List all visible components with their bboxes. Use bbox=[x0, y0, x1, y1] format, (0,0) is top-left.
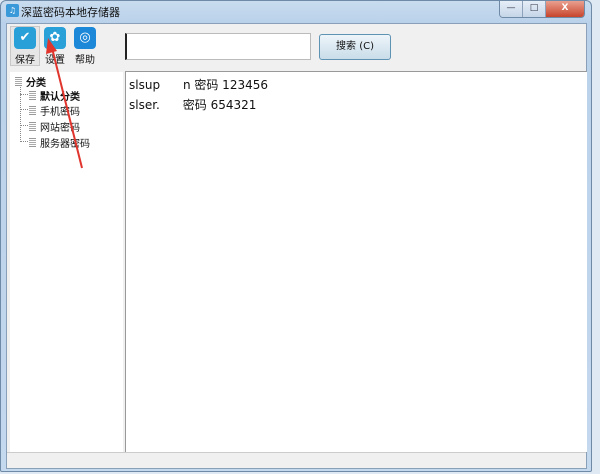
status-bar bbox=[7, 452, 586, 468]
node-icon bbox=[29, 122, 36, 131]
tree-line bbox=[20, 94, 28, 95]
tree-item[interactable]: 服务器密码 bbox=[29, 135, 90, 150]
list-item[interactable]: slsup n 密码 123456 bbox=[129, 76, 268, 93]
check-icon: ✔ bbox=[14, 27, 36, 49]
search-button[interactable]: 搜索 (C) bbox=[319, 34, 391, 60]
tree-item-label: 服务器密码 bbox=[40, 139, 90, 150]
node-icon bbox=[29, 91, 36, 100]
settings-label: 设置 bbox=[45, 55, 65, 66]
close-button[interactable]: X bbox=[546, 1, 584, 17]
tree-item-label: 网站密码 bbox=[40, 123, 80, 134]
maximize-button[interactable]: □ bbox=[523, 1, 546, 17]
tree-item[interactable]: 网站密码 bbox=[29, 119, 80, 134]
tree-line bbox=[20, 141, 28, 142]
settings-button[interactable]: ✿ 设置 bbox=[40, 27, 70, 66]
search-input[interactable] bbox=[125, 33, 311, 60]
help-bubble-icon: ◎ bbox=[74, 27, 96, 49]
minimize-button[interactable]: — bbox=[500, 1, 523, 17]
save-label: 保存 bbox=[15, 55, 35, 66]
tree-root-label: 分类 bbox=[26, 78, 46, 89]
node-icon bbox=[29, 138, 36, 147]
node-icon bbox=[29, 106, 36, 115]
save-button[interactable]: ✔ 保存 bbox=[10, 26, 40, 66]
app-icon: ♫ bbox=[6, 4, 19, 17]
tree-root[interactable]: 分类 bbox=[15, 74, 46, 89]
password-list[interactable]: slsup n 密码 123456 slser. 密码 654321 bbox=[125, 72, 587, 452]
help-button[interactable]: ◎ 帮助 bbox=[70, 27, 100, 66]
list-item[interactable]: slser. 密码 654321 bbox=[129, 96, 256, 113]
tree-item[interactable]: 手机密码 bbox=[29, 103, 80, 118]
tree-item[interactable]: 默认分类 bbox=[29, 88, 80, 103]
app-window: ♫ 深蓝密码本地存储器 — □ X ✔ 保存 ✿ 设置 ◎ 帮助 搜索 (C) … bbox=[0, 0, 592, 472]
gear-icon: ✿ bbox=[44, 27, 66, 49]
tree-line bbox=[20, 125, 28, 126]
help-label: 帮助 bbox=[75, 55, 95, 66]
client-area: ✔ 保存 ✿ 设置 ◎ 帮助 搜索 (C) 分类 默认分类 手机密码 网站密码 … bbox=[6, 23, 587, 469]
tree-line bbox=[20, 109, 28, 110]
window-controls: — □ X bbox=[499, 1, 585, 18]
tree-item-label: 默认分类 bbox=[40, 92, 80, 103]
tree-line bbox=[20, 84, 21, 142]
window-title: 深蓝密码本地存储器 bbox=[21, 6, 120, 19]
category-tree[interactable]: 分类 默认分类 手机密码 网站密码 服务器密码 bbox=[10, 72, 123, 452]
node-icon bbox=[15, 77, 22, 86]
tree-item-label: 手机密码 bbox=[40, 107, 80, 118]
